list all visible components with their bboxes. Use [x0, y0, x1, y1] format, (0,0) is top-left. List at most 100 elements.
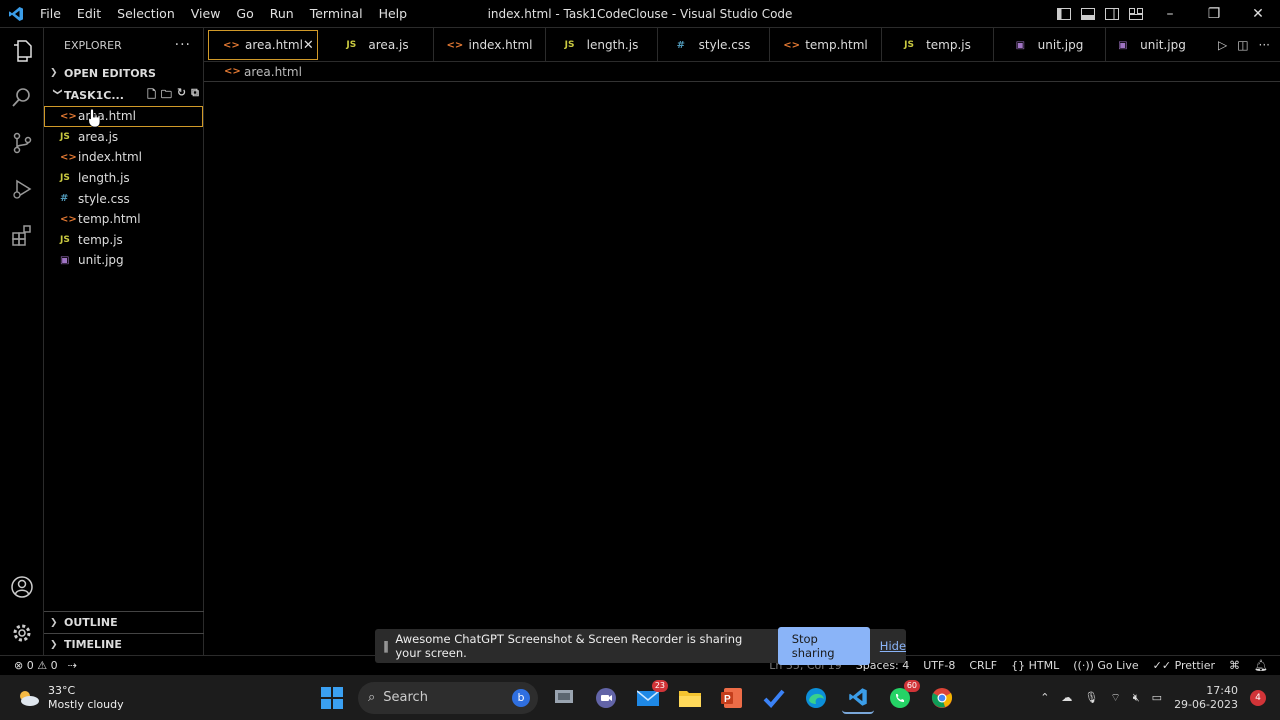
search-icon[interactable]	[0, 74, 44, 120]
tab-unit-jpg[interactable]: ▣ unit.jpg	[994, 28, 1106, 62]
split-editor-icon[interactable]: ◫	[1237, 38, 1248, 52]
tab-area-js[interactable]: JS area.js	[322, 28, 434, 62]
problems-indicator[interactable]: ⊗ 0 ⚠ 0	[14, 659, 58, 672]
close-window-icon[interactable]: ✕	[1236, 0, 1280, 28]
vscode-logo-icon[interactable]	[0, 0, 32, 28]
run-icon[interactable]: ▷	[1218, 38, 1227, 52]
tab-length-js[interactable]: JS length.js	[546, 28, 658, 62]
task-view-icon[interactable]	[548, 682, 580, 714]
explorer-icon[interactable]	[0, 28, 44, 74]
tab-index-html[interactable]: <> index.html	[434, 28, 546, 62]
menu-help[interactable]: Help	[371, 0, 416, 28]
file-item-temp-js[interactable]: JS temp.js	[44, 230, 203, 251]
tab-temp-js[interactable]: JS temp.js	[882, 28, 994, 62]
vscode-taskbar-icon[interactable]	[842, 682, 874, 714]
hide-link[interactable]: Hide	[880, 639, 906, 653]
chrome-icon[interactable]	[926, 682, 958, 714]
teams-icon[interactable]	[590, 682, 622, 714]
cloudy-icon	[20, 690, 39, 706]
go-live-button[interactable]: ((·)) Go Live	[1073, 659, 1138, 672]
wifi-icon[interactable]: ⌔	[1110, 691, 1120, 705]
refresh-icon[interactable]: ↻	[177, 86, 186, 105]
accounts-icon[interactable]	[0, 564, 44, 610]
close-tab-icon[interactable]: ✕	[303, 38, 314, 53]
file-explorer-icon[interactable]	[674, 682, 706, 714]
collapse-all-icon[interactable]: ⧉	[191, 86, 199, 105]
maximize-icon[interactable]: ❐	[1192, 0, 1236, 28]
open-editors-section[interactable]: ❯ OPEN EDITORS	[44, 62, 203, 84]
file-item-style-css[interactable]: # style.css	[44, 188, 203, 209]
mail-badge: 23	[651, 679, 668, 692]
whatsapp-icon[interactable]: 60	[884, 679, 920, 714]
menu-selection[interactable]: Selection	[109, 0, 183, 28]
language-mode[interactable]: {} HTML	[1011, 659, 1059, 672]
onedrive-cloud-icon[interactable]: ☁	[1061, 691, 1072, 704]
stop-sharing-button[interactable]: Stop sharing	[777, 627, 870, 665]
tab-unit-jpg-2[interactable]: ▣ unit.jpg	[1106, 28, 1198, 62]
tab-area-html[interactable]: <> area.html ✕	[208, 30, 318, 60]
windows-start-icon[interactable]	[316, 682, 348, 714]
customize-layout-icon[interactable]	[1124, 0, 1148, 28]
html-file-icon: <>	[60, 151, 77, 163]
more-actions-icon[interactable]: ···	[175, 37, 191, 53]
share-message: Awesome ChatGPT Screenshot & Screen Reco…	[395, 632, 743, 660]
outline-section[interactable]: ❯ OUTLINE	[44, 611, 204, 633]
toggle-panel-icon[interactable]	[1076, 0, 1100, 28]
chevron-up-icon[interactable]: ⌃	[1040, 691, 1049, 704]
toggle-secondary-sidebar-icon[interactable]	[1100, 0, 1124, 28]
search-icon: ⌕	[368, 690, 376, 705]
menu-run[interactable]: Run	[262, 0, 302, 28]
breadcrumb-item[interactable]: area.html	[244, 65, 302, 79]
battery-icon[interactable]: ▭	[1152, 691, 1162, 704]
js-file-icon: JS	[346, 40, 357, 50]
encoding[interactable]: UTF-8	[923, 659, 955, 672]
new-file-icon[interactable]: 🗋	[147, 86, 156, 105]
project-folder-section[interactable]: ❯ TASK1C... 🗋 🗀 ↻ ⧉	[44, 84, 203, 106]
editor-area[interactable]	[204, 82, 1280, 655]
menu-file[interactable]: File	[32, 0, 69, 28]
new-folder-icon[interactable]: 🗀	[161, 86, 172, 105]
edge-browser-icon[interactable]	[800, 682, 832, 714]
run-debug-icon[interactable]	[0, 166, 44, 212]
js-file-icon: JS	[60, 173, 70, 184]
mail-icon[interactable]: 23	[632, 679, 668, 714]
timeline-section[interactable]: ❯ TIMELINE	[44, 633, 204, 655]
minimize-icon[interactable]: –	[1148, 0, 1192, 28]
line-ending[interactable]: CRLF	[969, 659, 997, 672]
volume-muted-icon[interactable]: 🔇︎	[1133, 691, 1140, 705]
menu-terminal[interactable]: Terminal	[302, 0, 371, 28]
clock[interactable]: 17:40 29-06-2023	[1174, 684, 1238, 712]
file-item-index-html[interactable]: <> index.html	[44, 147, 203, 168]
tab-style-css[interactable]: # style.css	[658, 28, 770, 62]
file-item-area-js[interactable]: JS area.js	[44, 127, 203, 148]
breadcrumb: <> area.html	[204, 62, 1280, 82]
microphone-icon[interactable]: 🎙︎	[1084, 691, 1098, 704]
todo-check-icon[interactable]	[758, 682, 790, 714]
weather-widget[interactable]: 33°C Mostly cloudy	[0, 684, 200, 712]
feedback-icon[interactable]: ⌘	[1229, 659, 1240, 672]
check-double-icon: ✓✓	[1152, 659, 1172, 672]
file-item-area-html[interactable]: <> area.html	[44, 106, 203, 128]
prettier-button[interactable]: ✓✓ Prettier	[1153, 659, 1215, 672]
toggle-sidebar-icon[interactable]	[1052, 0, 1076, 28]
explorer-sidebar: EXPLORER ··· ❯ OPEN EDITORS ❯ TASK1C... 🗋 …	[44, 28, 204, 655]
js-file-icon: JS	[60, 234, 70, 245]
menu-edit[interactable]: Edit	[69, 0, 109, 28]
notification-badge[interactable]: 4	[1250, 689, 1266, 706]
manage-gear-icon[interactable]	[0, 610, 44, 656]
powerpoint-icon[interactable]: P	[716, 682, 748, 714]
image-file-icon: ▣	[60, 254, 70, 266]
tab-temp-html[interactable]: <> temp.html	[770, 28, 882, 62]
extensions-icon[interactable]	[0, 212, 44, 258]
file-item-unit-jpg[interactable]: ▣ unit.jpg	[44, 250, 203, 271]
source-control-icon[interactable]	[0, 120, 44, 166]
notifications-bell-icon[interactable]: 🔔︎	[1254, 659, 1268, 672]
live-share-icon[interactable]: ⇢	[68, 659, 77, 672]
menu-view[interactable]: View	[183, 0, 229, 28]
file-item-length-js[interactable]: JS length.js	[44, 168, 203, 189]
file-item-temp-html[interactable]: <> temp.html	[44, 209, 203, 230]
drag-handle-icon[interactable]: ‖	[383, 639, 395, 653]
more-actions-icon[interactable]: ···	[1259, 38, 1270, 52]
menu-go[interactable]: Go	[228, 0, 261, 28]
taskbar-search[interactable]: ⌕ Search b	[358, 681, 538, 714]
